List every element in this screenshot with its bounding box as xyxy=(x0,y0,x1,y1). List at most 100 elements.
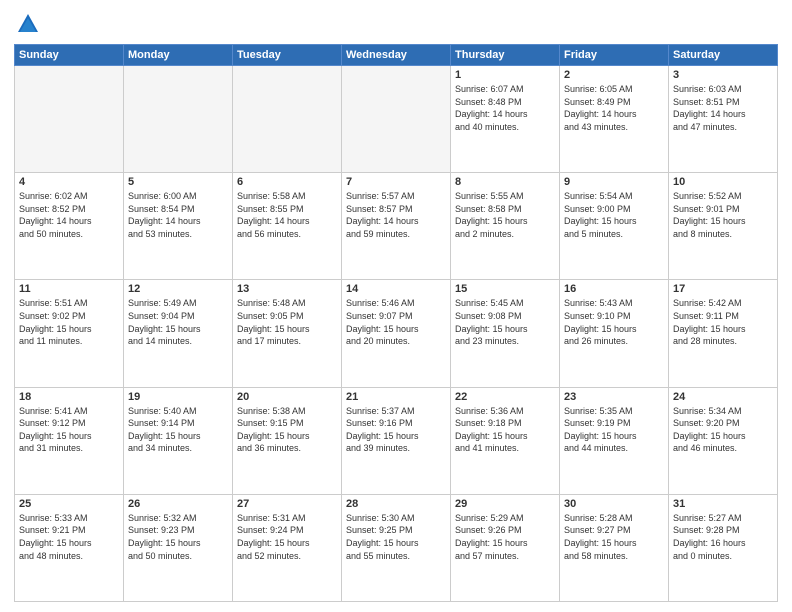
calendar-cell: 16Sunrise: 5:43 AM Sunset: 9:10 PM Dayli… xyxy=(560,280,669,387)
day-number: 30 xyxy=(564,498,664,510)
day-info: Sunrise: 6:03 AM Sunset: 8:51 PM Dayligh… xyxy=(673,83,773,133)
day-number: 19 xyxy=(128,391,228,403)
calendar-cell: 2 Sunrise: 6:05 AM Sunset: 8:49 PM Daylig… xyxy=(560,66,669,173)
day-header-thursday: Thursday xyxy=(451,45,560,66)
day-info: Sunrise: 5:27 AM Sunset: 9:28 PM Dayligh… xyxy=(673,512,773,562)
day-info: Sunrise: 5:51 AM Sunset: 9:02 PM Dayligh… xyxy=(19,297,119,347)
day-info: Sunrise: 5:33 AM Sunset: 9:21 PM Dayligh… xyxy=(19,512,119,562)
day-number: 20 xyxy=(237,391,337,403)
day-number: 17 xyxy=(673,283,773,295)
day-header-tuesday: Tuesday xyxy=(233,45,342,66)
day-number: 23 xyxy=(564,391,664,403)
day-header-wednesday: Wednesday xyxy=(342,45,451,66)
calendar-cell: 9 Sunrise: 5:54 AM Sunset: 9:00 PM Daylig… xyxy=(560,173,669,280)
day-info: Sunrise: 5:30 AM Sunset: 9:25 PM Dayligh… xyxy=(346,512,446,562)
day-number: 11 xyxy=(19,283,119,295)
calendar-cell: 12 Sunrise: 5:49 AM Sunset: 9:04 PM Dayli… xyxy=(124,280,233,387)
calendar-week-5: 25 Sunrise: 5:33 AM Sunset: 9:21 PM Dayli… xyxy=(15,494,778,601)
day-number: 2 xyxy=(564,69,664,81)
day-number: 15 xyxy=(455,283,555,295)
day-info: Sunrise: 5:31 AM Sunset: 9:24 PM Dayligh… xyxy=(237,512,337,562)
calendar-cell: 27Sunrise: 5:31 AM Sunset: 9:24 PM Dayli… xyxy=(233,494,342,601)
day-info: Sunrise: 5:32 AM Sunset: 9:23 PM Dayligh… xyxy=(128,512,228,562)
calendar-cell: 19Sunrise: 5:40 AM Sunset: 9:14 PM Dayli… xyxy=(124,387,233,494)
day-number: 9 xyxy=(564,176,664,188)
day-info: Sunrise: 5:58 AM Sunset: 8:55 PM Dayligh… xyxy=(237,190,337,240)
calendar-cell: 10Sunrise: 5:52 AM Sunset: 9:01 PM Dayli… xyxy=(669,173,778,280)
day-info: Sunrise: 5:55 AM Sunset: 8:58 PM Dayligh… xyxy=(455,190,555,240)
day-info: Sunrise: 5:36 AM Sunset: 9:18 PM Dayligh… xyxy=(455,405,555,455)
calendar-cell: 30 Sunrise: 5:28 AM Sunset: 9:27 PM Dayli… xyxy=(560,494,669,601)
day-info: Sunrise: 5:46 AM Sunset: 9:07 PM Dayligh… xyxy=(346,297,446,347)
day-number: 28 xyxy=(346,498,446,510)
calendar-cell: 15 Sunrise: 5:45 AM Sunset: 9:08 PM Dayli… xyxy=(451,280,560,387)
calendar-body: 1 Sunrise: 6:07 AM Sunset: 8:48 PM Daylig… xyxy=(15,66,778,602)
calendar-cell: 31 Sunrise: 5:27 AM Sunset: 9:28 PM Dayli… xyxy=(669,494,778,601)
day-info: Sunrise: 5:35 AM Sunset: 9:19 PM Dayligh… xyxy=(564,405,664,455)
day-number: 25 xyxy=(19,498,119,510)
day-number: 31 xyxy=(673,498,773,510)
day-info: Sunrise: 5:37 AM Sunset: 9:16 PM Dayligh… xyxy=(346,405,446,455)
calendar-week-3: 11 Sunrise: 5:51 AM Sunset: 9:02 PM Dayli… xyxy=(15,280,778,387)
day-number: 5 xyxy=(128,176,228,188)
day-info: Sunrise: 5:41 AM Sunset: 9:12 PM Dayligh… xyxy=(19,405,119,455)
day-info: Sunrise: 6:02 AM Sunset: 8:52 PM Dayligh… xyxy=(19,190,119,240)
day-info: Sunrise: 5:38 AM Sunset: 9:15 PM Dayligh… xyxy=(237,405,337,455)
day-info: Sunrise: 5:42 AM Sunset: 9:11 PM Dayligh… xyxy=(673,297,773,347)
day-number: 7 xyxy=(346,176,446,188)
day-number: 29 xyxy=(455,498,555,510)
page: SundayMondayTuesdayWednesdayThursdayFrid… xyxy=(0,0,792,612)
calendar-cell: 29 Sunrise: 5:29 AM Sunset: 9:26 PM Dayli… xyxy=(451,494,560,601)
day-header-monday: Monday xyxy=(124,45,233,66)
calendar-cell: 28 Sunrise: 5:30 AM Sunset: 9:25 PM Dayli… xyxy=(342,494,451,601)
calendar-table: SundayMondayTuesdayWednesdayThursdayFrid… xyxy=(14,44,778,602)
day-number: 21 xyxy=(346,391,446,403)
calendar-cell: 18 Sunrise: 5:41 AM Sunset: 9:12 PM Dayli… xyxy=(15,387,124,494)
calendar-cell xyxy=(15,66,124,173)
day-info: Sunrise: 5:34 AM Sunset: 9:20 PM Dayligh… xyxy=(673,405,773,455)
calendar-cell: 14 Sunrise: 5:46 AM Sunset: 9:07 PM Dayli… xyxy=(342,280,451,387)
calendar-cell: 8 Sunrise: 5:55 AM Sunset: 8:58 PM Daylig… xyxy=(451,173,560,280)
day-number: 14 xyxy=(346,283,446,295)
calendar-cell: 26Sunrise: 5:32 AM Sunset: 9:23 PM Dayli… xyxy=(124,494,233,601)
calendar-week-4: 18 Sunrise: 5:41 AM Sunset: 9:12 PM Dayli… xyxy=(15,387,778,494)
day-number: 13 xyxy=(237,283,337,295)
day-info: Sunrise: 6:05 AM Sunset: 8:49 PM Dayligh… xyxy=(564,83,664,133)
calendar-cell: 23 Sunrise: 5:35 AM Sunset: 9:19 PM Dayli… xyxy=(560,387,669,494)
day-info: Sunrise: 5:29 AM Sunset: 9:26 PM Dayligh… xyxy=(455,512,555,562)
calendar-cell: 20 Sunrise: 5:38 AM Sunset: 9:15 PM Dayli… xyxy=(233,387,342,494)
calendar-cell xyxy=(233,66,342,173)
calendar-cell: 17 Sunrise: 5:42 AM Sunset: 9:11 PM Dayli… xyxy=(669,280,778,387)
calendar-cell: 1 Sunrise: 6:07 AM Sunset: 8:48 PM Daylig… xyxy=(451,66,560,173)
calendar-cell: 13 Sunrise: 5:48 AM Sunset: 9:05 PM Dayli… xyxy=(233,280,342,387)
header xyxy=(14,10,778,38)
calendar-cell: 25 Sunrise: 5:33 AM Sunset: 9:21 PM Dayli… xyxy=(15,494,124,601)
day-number: 1 xyxy=(455,69,555,81)
day-number: 4 xyxy=(19,176,119,188)
day-header-sunday: Sunday xyxy=(15,45,124,66)
day-number: 6 xyxy=(237,176,337,188)
day-info: Sunrise: 5:28 AM Sunset: 9:27 PM Dayligh… xyxy=(564,512,664,562)
day-info: Sunrise: 5:57 AM Sunset: 8:57 PM Dayligh… xyxy=(346,190,446,240)
day-number: 10 xyxy=(673,176,773,188)
day-number: 16 xyxy=(564,283,664,295)
day-header-saturday: Saturday xyxy=(669,45,778,66)
day-number: 22 xyxy=(455,391,555,403)
calendar-header-row: SundayMondayTuesdayWednesdayThursdayFrid… xyxy=(15,45,778,66)
calendar-cell: 7 Sunrise: 5:57 AM Sunset: 8:57 PM Daylig… xyxy=(342,173,451,280)
day-info: Sunrise: 5:48 AM Sunset: 9:05 PM Dayligh… xyxy=(237,297,337,347)
day-info: Sunrise: 6:00 AM Sunset: 8:54 PM Dayligh… xyxy=(128,190,228,240)
calendar-cell xyxy=(342,66,451,173)
day-info: Sunrise: 6:07 AM Sunset: 8:48 PM Dayligh… xyxy=(455,83,555,133)
day-info: Sunrise: 5:49 AM Sunset: 9:04 PM Dayligh… xyxy=(128,297,228,347)
calendar-cell: 5 Sunrise: 6:00 AM Sunset: 8:54 PM Daylig… xyxy=(124,173,233,280)
day-info: Sunrise: 5:54 AM Sunset: 9:00 PM Dayligh… xyxy=(564,190,664,240)
calendar-week-1: 1 Sunrise: 6:07 AM Sunset: 8:48 PM Daylig… xyxy=(15,66,778,173)
day-number: 18 xyxy=(19,391,119,403)
day-number: 12 xyxy=(128,283,228,295)
day-info: Sunrise: 5:45 AM Sunset: 9:08 PM Dayligh… xyxy=(455,297,555,347)
calendar-week-2: 4 Sunrise: 6:02 AM Sunset: 8:52 PM Daylig… xyxy=(15,173,778,280)
calendar-cell: 6 Sunrise: 5:58 AM Sunset: 8:55 PM Daylig… xyxy=(233,173,342,280)
calendar-cell xyxy=(124,66,233,173)
day-number: 8 xyxy=(455,176,555,188)
